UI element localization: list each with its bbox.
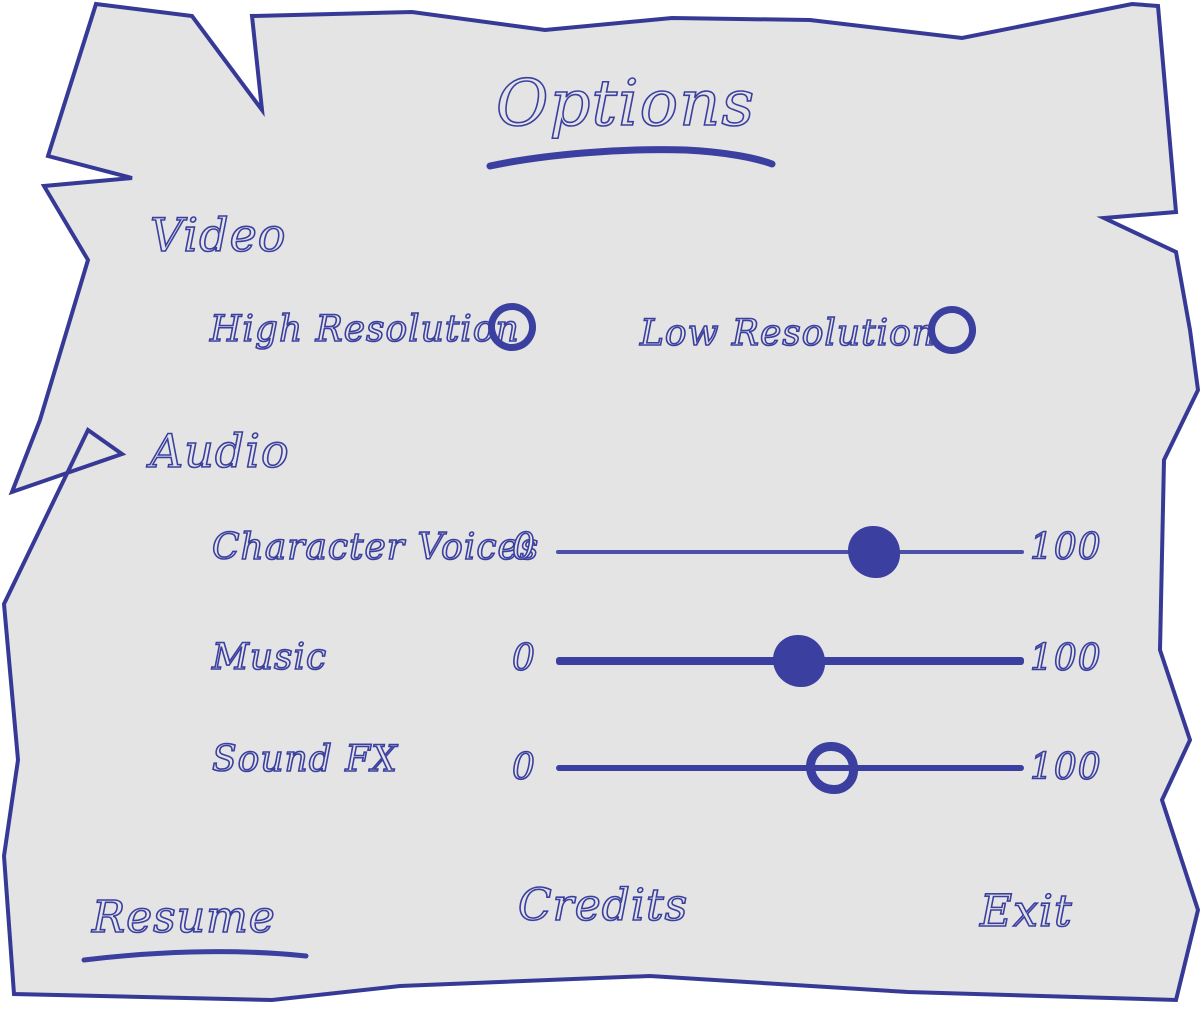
sound-fx-track [556, 765, 1024, 771]
music-max: 100 [1029, 638, 1102, 679]
music-min: 0 [511, 638, 536, 679]
resume-button[interactable]: Resume [91, 895, 276, 941]
character-voices-knob[interactable] [848, 526, 901, 578]
sound-fx-min: 0 [511, 747, 536, 788]
high-resolution-label: High Resolution [209, 309, 520, 350]
options-screen: Options Video High Resolution Low Resolu… [0, 0, 1201, 1010]
character-voices-track [556, 550, 1024, 554]
music-slider[interactable] [556, 635, 1024, 687]
sound-fx-max: 100 [1029, 747, 1102, 788]
sound-fx-label: Sound FX [211, 739, 398, 780]
audio-heading: Audio [149, 424, 290, 478]
music-label: Music [211, 637, 328, 678]
character-voices-slider[interactable] [556, 526, 1024, 578]
low-resolution-label: Low Resolution [639, 313, 936, 354]
video-heading: Video [149, 208, 287, 262]
character-voices-label: Character Voices [211, 527, 540, 568]
credits-button[interactable]: Credits [517, 883, 688, 929]
exit-button[interactable]: Exit [979, 889, 1073, 935]
title-underline [486, 146, 776, 170]
sound-fx-slider[interactable] [556, 742, 1024, 794]
resume-underline [81, 949, 309, 963]
character-voices-max: 100 [1029, 527, 1102, 568]
music-knob[interactable] [773, 635, 826, 687]
sound-fx-knob[interactable] [806, 742, 859, 794]
options-title: Options [495, 67, 756, 141]
character-voices-min: 0 [511, 527, 536, 568]
